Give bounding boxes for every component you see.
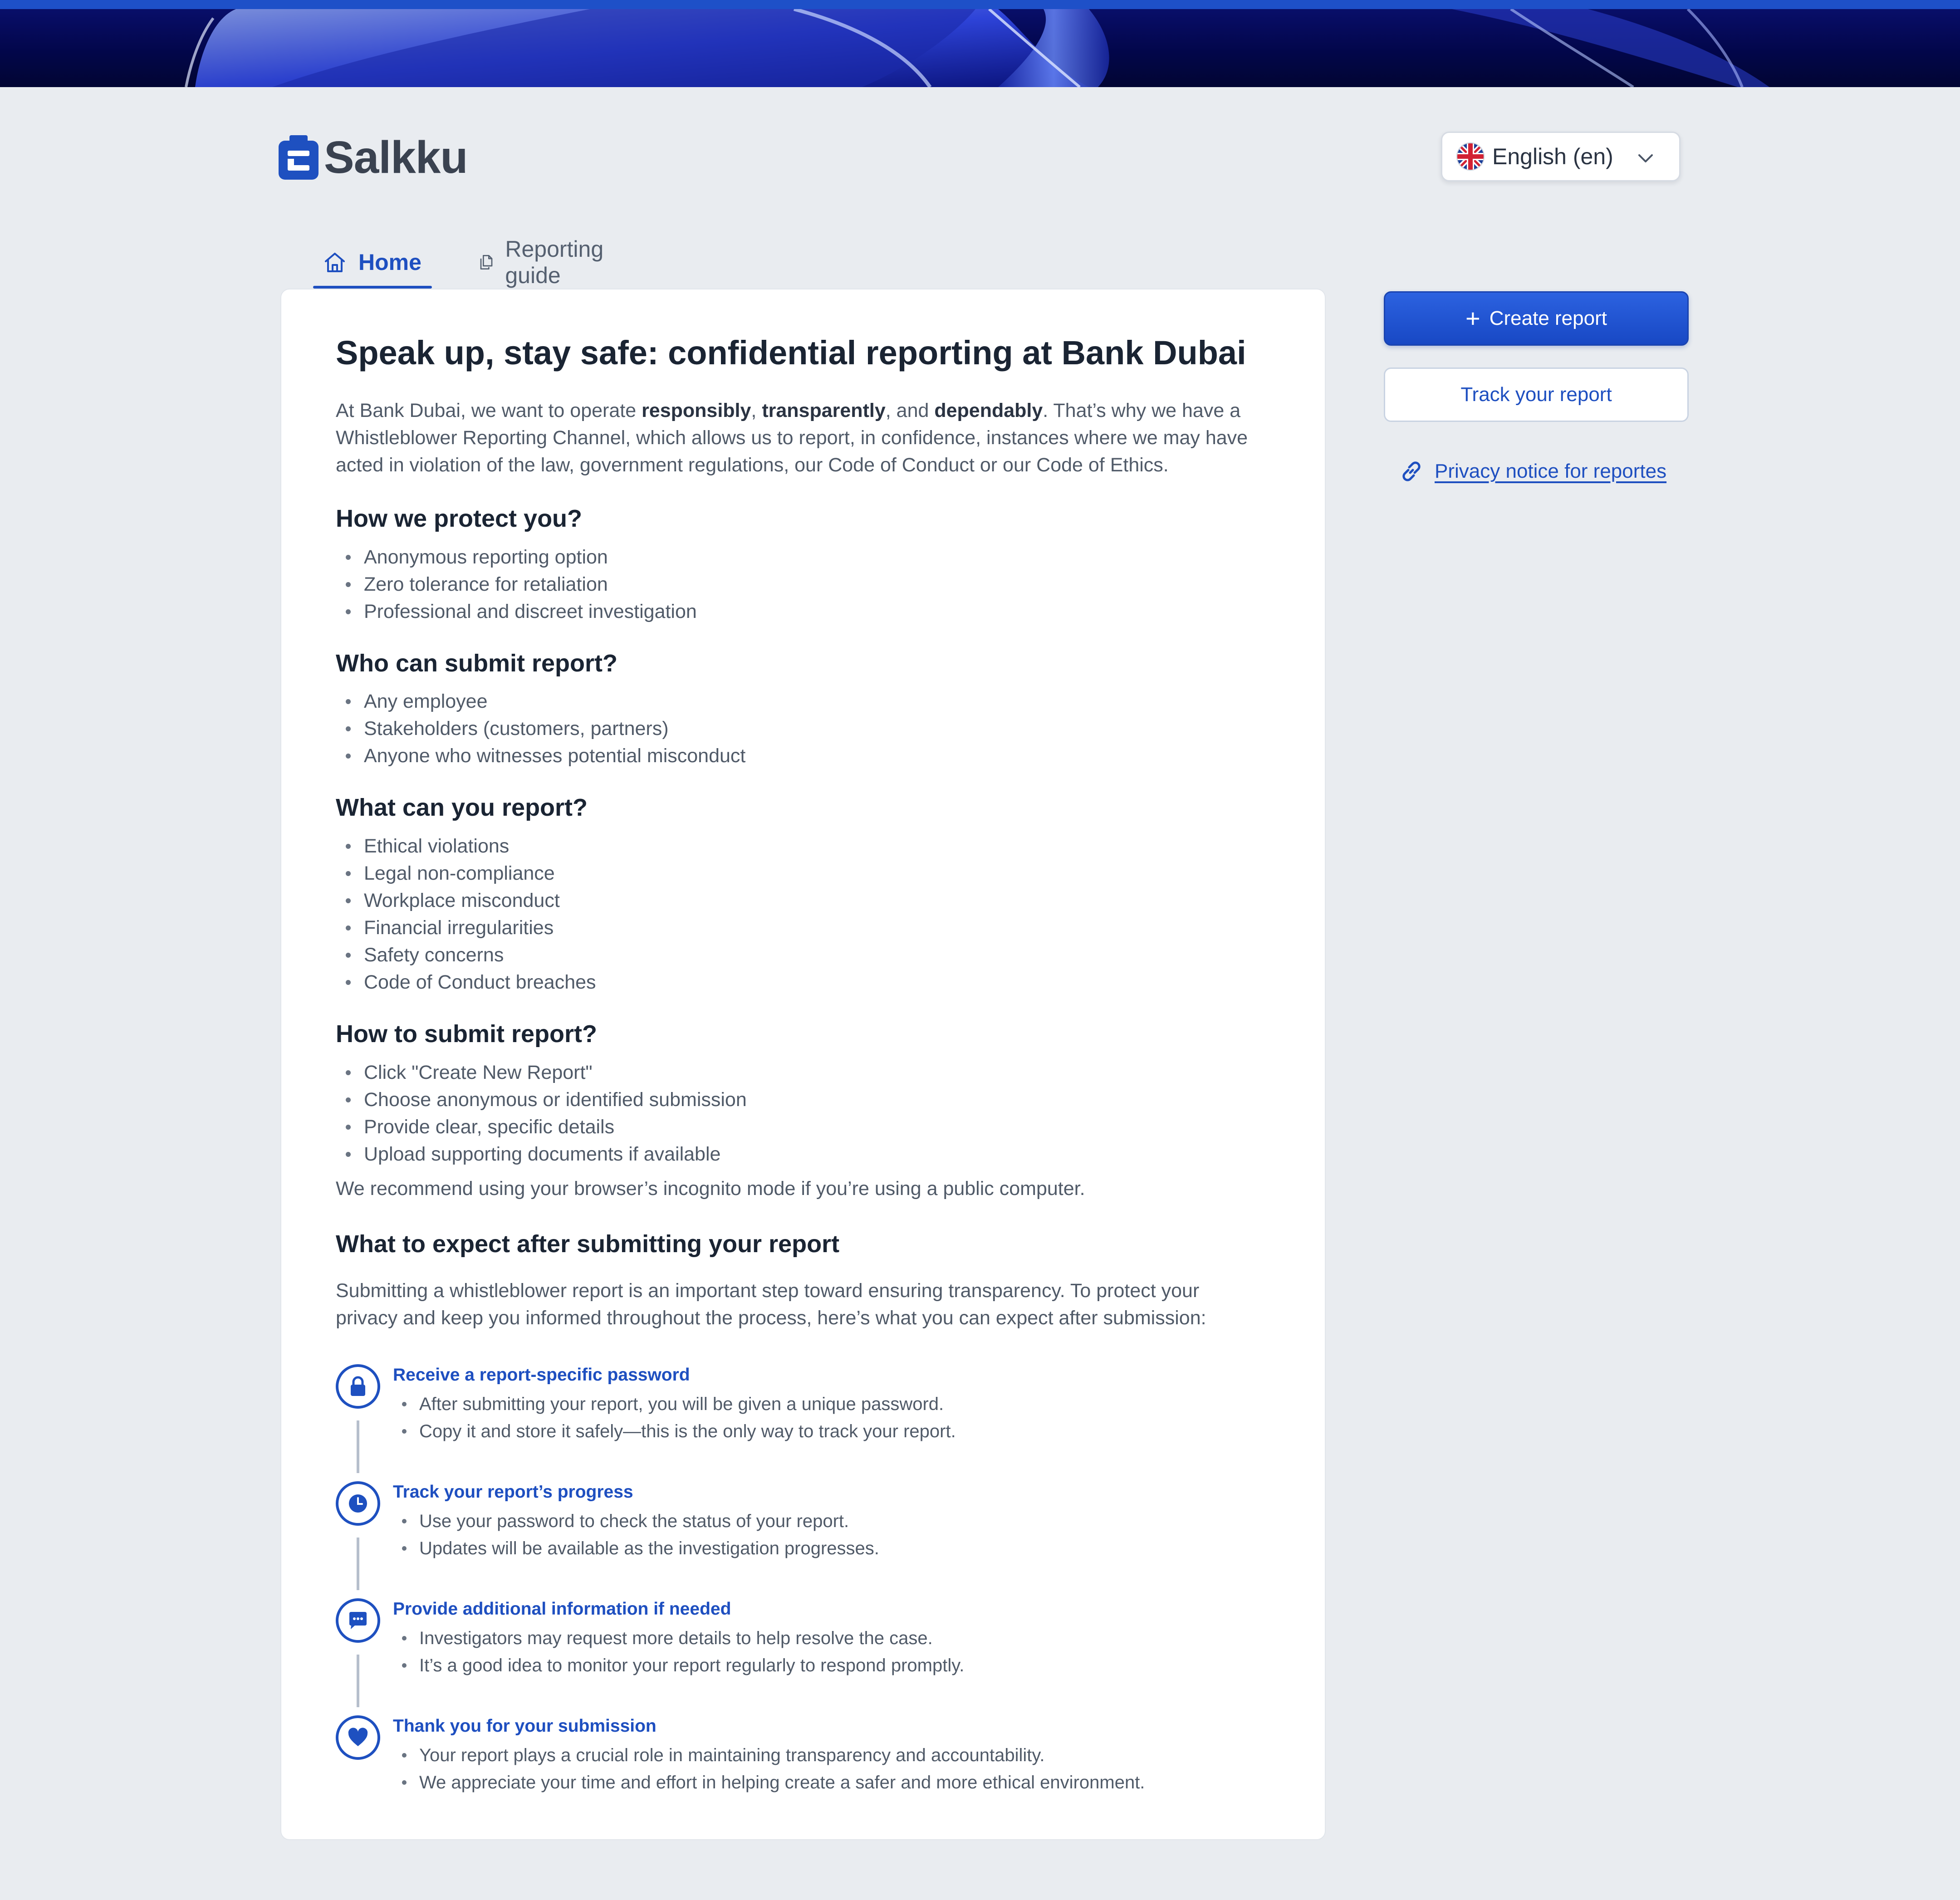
list-item: After submitting your report, you will b… — [393, 1391, 956, 1418]
list-item: Professional and discreet investigation — [336, 598, 1261, 625]
tab-home-label: Home — [358, 250, 421, 275]
intro-text-3: , and — [885, 399, 935, 421]
banner-topline — [0, 0, 1960, 9]
step-list: Your report plays a crucial role in main… — [393, 1742, 1145, 1796]
track-report-button[interactable]: Track your report — [1384, 367, 1689, 422]
logo-mark-icon — [279, 135, 318, 180]
uk-flag-icon — [1456, 142, 1485, 171]
step-title: Thank you for your submission — [393, 1716, 657, 1736]
expect-paragraph: Submitting a whistleblower report is an … — [336, 1279, 1206, 1329]
language-label: English (en) — [1492, 144, 1613, 169]
header-banner — [0, 0, 1960, 87]
list-item: Zero tolerance for retaliation — [336, 571, 1261, 598]
section-expect: What to expect after submitting your rep… — [336, 1229, 1261, 1825]
banner-art — [185, 7, 1769, 87]
list-item: Legal non-compliance — [336, 860, 1261, 887]
list-item: Updates will be available as the investi… — [393, 1535, 879, 1562]
step-title: Receive a report-specific password — [393, 1365, 690, 1385]
section-protection: How we protect you? Anonymous reporting … — [336, 504, 1261, 625]
list-item: Financial irregularities — [336, 914, 1261, 941]
intro-bold-3: dependably — [934, 399, 1043, 421]
intro-bold-1: responsibly — [642, 399, 751, 421]
step-list: Investigators may request more details t… — [393, 1625, 964, 1679]
bullet-list: Click "Create New Report" Choose anonymo… — [336, 1059, 1261, 1168]
timeline-connector — [357, 1654, 359, 1707]
link-icon — [1402, 461, 1421, 481]
chevron-down-icon — [1638, 154, 1653, 162]
clock-icon — [336, 1481, 380, 1526]
privacy-notice-link[interactable]: Privacy notice for reportes — [1399, 455, 1666, 487]
steps-timeline: Receive a report-specific password After… — [336, 1362, 1261, 1825]
incognito-note: We recommend using your browser’s incogn… — [336, 1177, 1085, 1200]
section-what: What can you report? Ethical violations … — [336, 793, 1261, 996]
bullet-list: Any employee Stakeholders (customers, pa… — [336, 688, 1261, 769]
timeline-step: Track your report’s progress Use your pa… — [336, 1479, 1261, 1590]
timeline-step: Thank you for your submission Your repor… — [336, 1714, 1261, 1809]
create-report-button[interactable]: + Create report — [1384, 291, 1689, 346]
list-item: Any employee — [336, 688, 1261, 715]
section-heading: How to submit report? — [336, 1020, 597, 1048]
bullet-list: Ethical violations Legal non-compliance … — [336, 832, 1261, 996]
timeline-connector — [357, 1537, 359, 1590]
list-item: Click "Create New Report" — [336, 1059, 1261, 1086]
step-title: Provide additional information if needed — [393, 1599, 731, 1619]
list-item: Safety concerns — [336, 941, 1261, 969]
page-title: Speak up, stay safe: confidential report… — [336, 334, 1246, 372]
salkku-logo[interactable]: Salkku — [279, 132, 468, 183]
list-item: Use your password to check the status of… — [393, 1508, 879, 1535]
heart-icon — [336, 1715, 380, 1760]
logo-text: Salkku — [324, 132, 468, 183]
section-who: Who can submit report? Any employee Stak… — [336, 649, 1261, 770]
list-item: Copy it and store it safely—this is the … — [393, 1418, 956, 1445]
timeline-step: Provide additional information if needed… — [336, 1596, 1261, 1707]
tab-reporting-guide-label: Reporting guide — [505, 236, 604, 288]
home-icon — [325, 253, 345, 272]
section-heading: Who can submit report? — [336, 649, 617, 677]
section-heading: What to expect after submitting your rep… — [336, 1230, 840, 1258]
section-heading: What can you report? — [336, 794, 588, 822]
track-report-label: Track your report — [1460, 383, 1612, 406]
intro-paragraph: At Bank Dubai, we want to operate respon… — [336, 397, 1261, 479]
list-item: Provide clear, specific details — [336, 1113, 1261, 1141]
chat-icon — [336, 1598, 380, 1643]
timeline-connector — [357, 1420, 359, 1473]
list-item: We appreciate your time and effort in he… — [393, 1769, 1145, 1796]
list-item: Anonymous reporting option — [336, 544, 1261, 571]
timeline-step: Receive a report-specific password After… — [336, 1362, 1261, 1473]
list-item: Investigators may request more details t… — [393, 1625, 964, 1652]
list-item: Workplace misconduct — [336, 887, 1261, 914]
list-item: Choose anonymous or identified submissio… — [336, 1086, 1261, 1113]
tab-reporting-guide[interactable]: Reporting guide — [477, 236, 612, 289]
step-title: Track your report’s progress — [393, 1482, 633, 1502]
intro-bold-2: transparently — [762, 399, 886, 421]
section-how: How to submit report? Click "Create New … — [336, 1019, 1261, 1202]
tab-home[interactable]: Home — [313, 236, 432, 289]
document-icon — [480, 255, 493, 270]
list-item: Code of Conduct breaches — [336, 969, 1261, 996]
intro-text-2: , — [751, 399, 762, 421]
list-item: Stakeholders (customers, partners) — [336, 715, 1261, 742]
lock-icon — [336, 1364, 380, 1409]
plus-icon: + — [1465, 304, 1480, 333]
list-item: Anyone who witnesses potential misconduc… — [336, 742, 1261, 769]
bullet-list: Anonymous reporting option Zero toleranc… — [336, 544, 1261, 625]
list-item: Upload supporting documents if available — [336, 1141, 1261, 1168]
list-item: Your report plays a crucial role in main… — [393, 1742, 1145, 1769]
step-list: After submitting your report, you will b… — [393, 1391, 956, 1445]
main-content-card: Speak up, stay safe: confidential report… — [280, 289, 1326, 1840]
privacy-notice-label: Privacy notice for reportes — [1435, 460, 1667, 482]
intro-text-1: At Bank Dubai, we want to operate — [336, 399, 642, 421]
list-item: It’s a good idea to monitor your report … — [393, 1652, 964, 1679]
section-heading: How we protect you? — [336, 504, 583, 532]
list-item: Ethical violations — [336, 832, 1261, 860]
step-list: Use your password to check the status of… — [393, 1508, 879, 1562]
create-report-label: Create report — [1489, 307, 1607, 329]
language-select[interactable]: English (en) — [1441, 132, 1681, 181]
